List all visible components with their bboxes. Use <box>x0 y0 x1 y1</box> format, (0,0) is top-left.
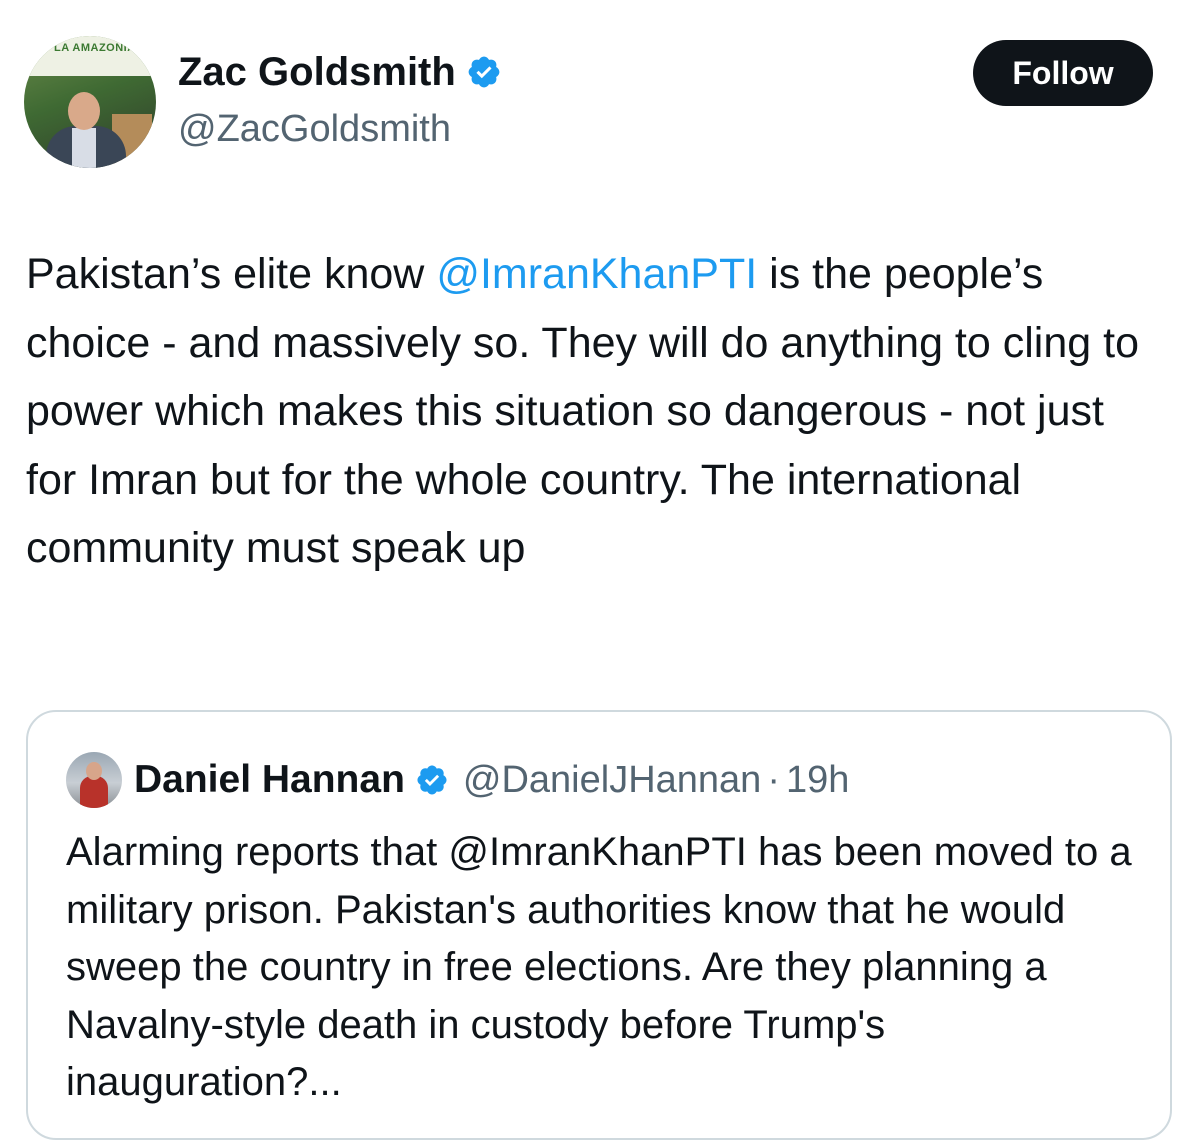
quoted-author-handle[interactable]: @DanielJHannan <box>463 759 761 802</box>
avatar-person-shirt <box>72 128 96 168</box>
author-name-row[interactable]: Zac Goldsmith <box>178 48 502 96</box>
quoted-avatar-head <box>86 762 102 780</box>
meta-separator: · <box>767 758 780 801</box>
verified-badge-icon <box>468 56 500 88</box>
mention-link[interactable]: @ImranKhanPTI <box>436 250 757 298</box>
quoted-tweet-card[interactable]: Daniel Hannan @DanielJHannan · 19h Alarm… <box>26 710 1172 1140</box>
verified-badge-icon <box>417 765 447 795</box>
quoted-tweet-header: Daniel Hannan @DanielJHannan · 19h <box>134 754 849 806</box>
tweet-header: LA AMAZONIA Zac Goldsmith @ZacGoldsmith … <box>0 0 1200 200</box>
author-avatar[interactable]: LA AMAZONIA <box>24 36 156 168</box>
tweet-text: Pakistan’s elite know @ImranKhanPTI is t… <box>26 240 1166 583</box>
tweet-text-before: Pakistan’s elite know <box>26 250 437 298</box>
tweet-text-after: is the people’s choice - and massively s… <box>26 250 1139 572</box>
author-display-name[interactable]: Zac Goldsmith <box>178 48 456 96</box>
quoted-avatar-body <box>80 776 108 808</box>
quoted-timestamp[interactable]: 19h <box>786 759 849 802</box>
author-handle[interactable]: @ZacGoldsmith <box>178 106 451 152</box>
avatar-person-head <box>68 92 100 130</box>
follow-button[interactable]: Follow <box>973 40 1153 106</box>
quoted-author-avatar[interactable] <box>66 752 122 808</box>
avatar-banner-text: LA AMAZONIA <box>54 42 136 54</box>
quoted-author-name[interactable]: Daniel Hannan <box>134 758 405 802</box>
quoted-tweet-text: Alarming reports that @ImranKhanPTI has … <box>66 830 1132 1104</box>
